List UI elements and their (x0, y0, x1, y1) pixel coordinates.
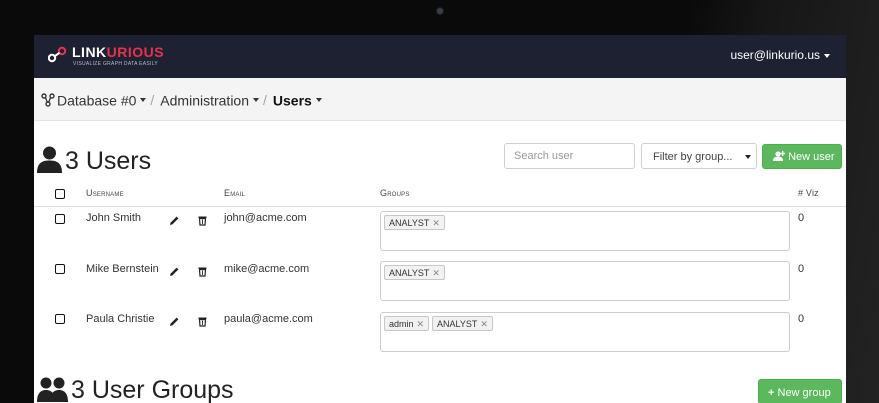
user-groups-title: 3 User Groups (37, 376, 234, 403)
user-icon (37, 146, 62, 173)
username-cell: Mike Bernstein (86, 263, 159, 275)
row-checkbox[interactable] (55, 214, 65, 224)
search-user-input[interactable] (504, 143, 635, 169)
email-cell: john@acme.com (224, 212, 307, 224)
group-tag-label: ANALYST (389, 218, 430, 228)
remove-tag-icon[interactable]: ✕ (432, 218, 440, 228)
filter-by-group-select[interactable]: Filter by group... (641, 143, 757, 169)
plus-icon: + (768, 387, 775, 399)
logo-wordmark: LINKURIOUS (72, 44, 164, 60)
breadcrumb: Database #0 / Administration / Users (41, 91, 322, 108)
column-header-username[interactable]: Username (86, 188, 124, 198)
column-header-groups[interactable]: Groups (380, 188, 410, 198)
chevron-down-icon (253, 98, 259, 103)
column-header-email[interactable]: Email (224, 188, 245, 198)
groups-tag-input[interactable]: admin ✕ ANALYST ✕ (380, 312, 790, 352)
breadcrumb-administration[interactable]: Administration (160, 92, 249, 108)
trash-delete-icon[interactable] (197, 266, 208, 277)
logo-wordmark-main: LINK (72, 44, 107, 60)
viz-count-cell: 0 (798, 263, 805, 275)
breadcrumb-users[interactable]: Users (273, 92, 312, 108)
chevron-down-icon (824, 53, 830, 58)
group-tag-label: ANALYST (389, 268, 430, 278)
logo-wordmark-accent: URIOUS (106, 44, 165, 60)
remove-tag-icon[interactable]: ✕ (480, 319, 488, 329)
select-all-checkbox[interactable] (55, 189, 65, 199)
groups-tag-input[interactable]: ANALYST ✕ (380, 211, 790, 251)
group-tag-label: ANALYST (437, 319, 478, 329)
webcam (437, 8, 443, 14)
groups-tag-input[interactable]: ANALYST ✕ (380, 261, 790, 301)
pencil-edit-icon[interactable] (169, 316, 180, 327)
breadcrumb-separator: / (263, 92, 267, 109)
pencil-edit-icon[interactable] (169, 215, 180, 226)
username-cell: Paula Christie (86, 313, 155, 325)
logo-tagline: VISUALIZE GRAPH DATA EASILY (73, 61, 159, 67)
new-user-label: New user (788, 151, 835, 163)
email-cell: paula@acme.com (224, 313, 313, 325)
logo-graph-icon (48, 46, 67, 63)
email-cell: mike@acme.com (224, 263, 310, 275)
breadcrumb-separator: / (150, 92, 155, 109)
new-group-button[interactable]: + New group (758, 379, 842, 403)
breadcrumb-bar: Database #0 / Administration / Users (34, 78, 846, 121)
page-title: 3 Users (36, 145, 151, 176)
users-count-title: 3 Users (65, 147, 152, 175)
trash-delete-icon[interactable] (197, 215, 208, 226)
add-user-icon (773, 151, 786, 161)
graph-database-icon (41, 93, 55, 107)
viz-count-cell: 0 (798, 212, 805, 224)
column-header-viz[interactable]: # Viz (798, 188, 819, 198)
chevron-down-icon (140, 98, 147, 103)
row-checkbox[interactable] (55, 264, 65, 274)
remove-tag-icon[interactable]: ✕ (417, 319, 425, 329)
new-group-label: New group (777, 387, 831, 399)
row-checkbox[interactable] (55, 314, 65, 324)
user-groups-count-title: 3 User Groups (71, 376, 234, 403)
group-tag-label: admin (389, 319, 414, 329)
new-user-button[interactable]: New user (762, 144, 842, 169)
trash-delete-icon[interactable] (197, 316, 208, 327)
username-cell: John Smith (86, 212, 142, 224)
user-email: user@linkurio.us (730, 48, 820, 62)
group-tag: ANALYST ✕ (384, 265, 445, 280)
group-tag: admin ✕ (384, 316, 430, 331)
viz-count-cell: 0 (798, 313, 805, 325)
chevron-down-icon (315, 98, 322, 103)
group-tag: ANALYST ✕ (384, 215, 445, 230)
filter-by-group-label: Filter by group... (653, 151, 733, 163)
user-account-menu[interactable]: user@linkurio.us (730, 48, 830, 62)
breadcrumb-database[interactable]: Database #0 (57, 92, 136, 108)
chevron-down-icon (745, 155, 751, 159)
table-header-divider (34, 206, 846, 207)
top-navbar: LINKURIOUS VISUALIZE GRAPH DATA EASILY u… (34, 35, 846, 78)
user-group-icon (37, 377, 68, 402)
pencil-edit-icon[interactable] (169, 266, 180, 277)
remove-tag-icon[interactable]: ✕ (432, 268, 440, 278)
group-tag: ANALYST ✕ (432, 316, 493, 331)
app-screen: LINKURIOUS VISUALIZE GRAPH DATA EASILY u… (34, 35, 846, 403)
